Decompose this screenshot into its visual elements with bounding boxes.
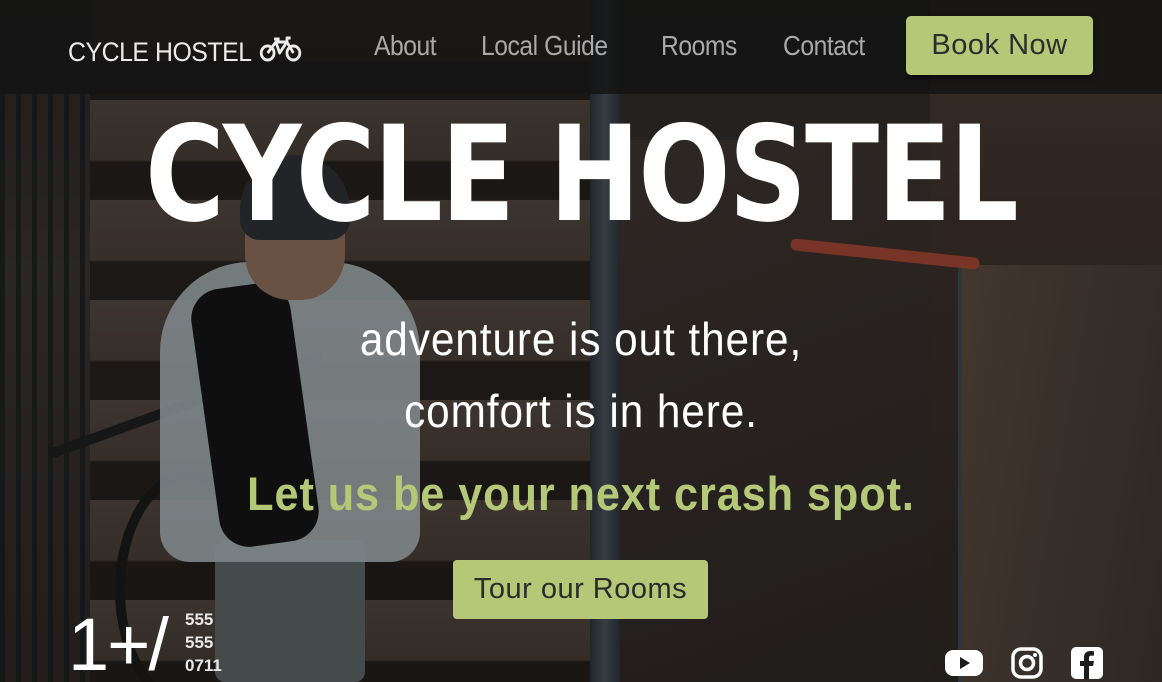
tagline-line-2: comfort is in here. [404,385,758,437]
tour-rooms-button[interactable]: Tour our Rooms [453,560,708,619]
phone-digits: 555 555 0711 [185,608,222,677]
brand-name: CYCLE HOSTEL [68,37,252,67]
phone-digits-group-2: 555 [185,633,214,652]
main-nav: About Local Guide Rooms Contact [374,30,876,62]
phone-digits-group-1: 555 [185,610,214,629]
youtube-icon[interactable] [944,648,984,682]
social-links [944,646,1104,682]
facebook-icon[interactable] [1070,646,1104,682]
tagline-line-1: adventure is out there, [359,313,803,365]
bicycle-icon [259,36,301,69]
crash-spot-slogan: Let us be your next crash spot. [247,467,915,520]
book-now-button[interactable]: Book Now [906,16,1093,75]
hero-title: CYCLE HOSTEL [145,96,1019,252]
nav-link-rooms[interactable]: Rooms [661,30,737,62]
brand-logo[interactable]: CYCLE HOSTEL [68,36,301,69]
instagram-icon[interactable] [1010,646,1044,682]
navbar: CYCLE HOSTEL About Local Guide Rooms Con… [0,0,1162,94]
nav-link-about[interactable]: About [374,30,437,62]
phone-digits-group-3: 0711 [185,656,222,675]
phone-prefix: 1+/ [68,603,169,682]
nav-link-contact[interactable]: Contact [783,30,865,62]
nav-link-local-guide[interactable]: Local Guide [481,30,608,62]
